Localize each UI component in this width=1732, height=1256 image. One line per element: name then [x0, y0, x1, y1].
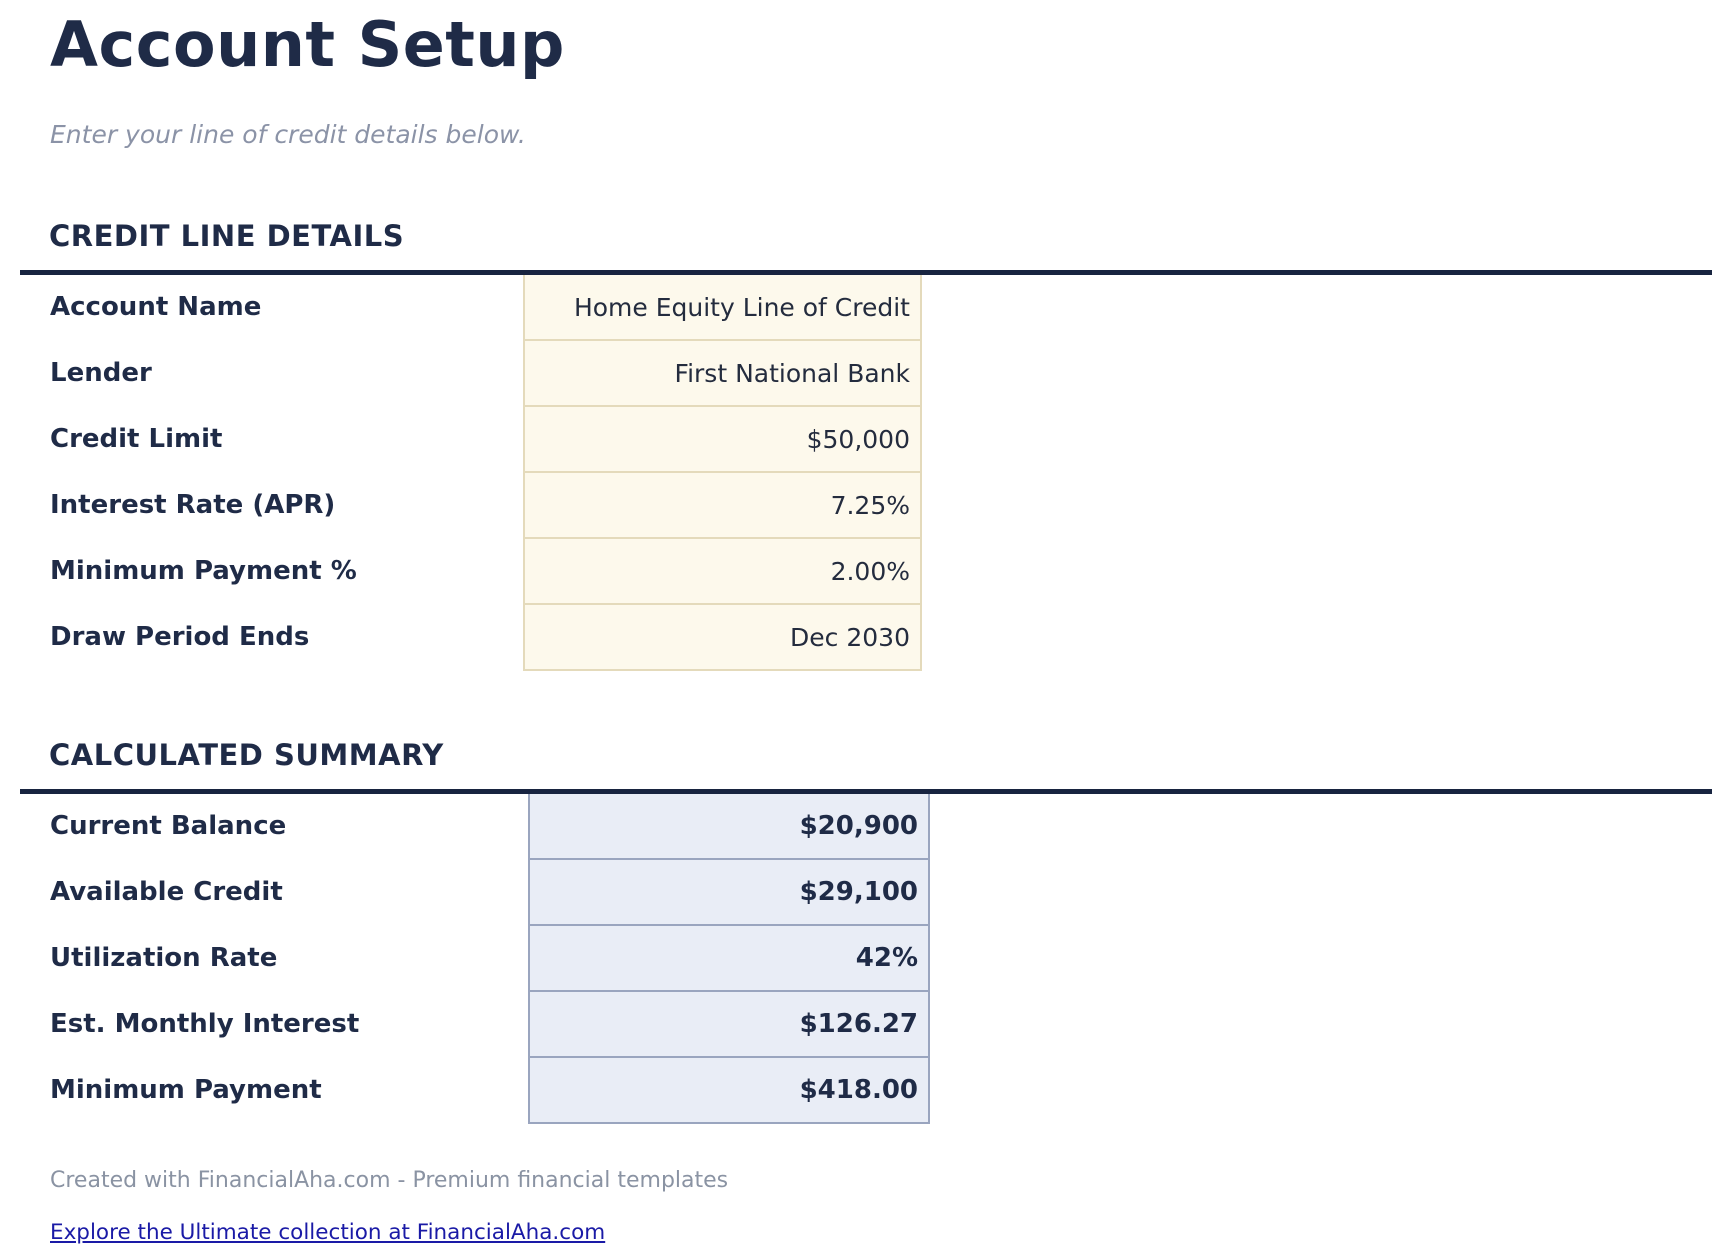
- page-title: Account Setup: [50, 8, 565, 81]
- summary-row: Minimum Payment $418.00: [0, 1058, 1732, 1124]
- row-value-calculated-cell: $418.00: [528, 1058, 930, 1124]
- credit-line-row: Account Name Home Equity Line of Credit: [0, 275, 1732, 341]
- row-label: Current Balance: [50, 794, 286, 858]
- row-label: Minimum Payment %: [50, 539, 357, 603]
- row-label: Interest Rate (APR): [50, 473, 335, 537]
- credit-line-details-table: Account Name Home Equity Line of Credit …: [0, 275, 1732, 671]
- financialaha-link[interactable]: Explore the Ultimate collection at Finan…: [50, 1220, 605, 1245]
- row-label: Minimum Payment: [50, 1058, 322, 1122]
- section-heading-calculated-summary: CALCULATED SUMMARY: [49, 738, 444, 772]
- summary-row: Utilization Rate 42%: [0, 926, 1732, 992]
- calculated-summary-table: Current Balance $20,900 Available Credit…: [0, 794, 1732, 1124]
- credit-line-row: Minimum Payment % 2.00%: [0, 539, 1732, 605]
- row-value-input-cell[interactable]: First National Bank: [523, 341, 922, 407]
- credit-line-row: Lender First National Bank: [0, 341, 1732, 407]
- summary-row: Est. Monthly Interest $126.27: [0, 992, 1732, 1058]
- row-value-calculated-cell: $29,100: [528, 860, 930, 926]
- row-value-input-cell[interactable]: Home Equity Line of Credit: [523, 275, 922, 341]
- summary-row: Current Balance $20,900: [0, 794, 1732, 860]
- row-value-input-cell[interactable]: $50,000: [523, 407, 922, 473]
- row-label: Est. Monthly Interest: [50, 992, 359, 1056]
- credit-line-row: Draw Period Ends Dec 2030: [0, 605, 1732, 671]
- row-value-input-cell[interactable]: Dec 2030: [523, 605, 922, 671]
- credit-line-row: Credit Limit $50,000: [0, 407, 1732, 473]
- section-heading-credit-line-details: CREDIT LINE DETAILS: [49, 219, 404, 253]
- row-value-calculated-cell: 42%: [528, 926, 930, 992]
- row-label: Utilization Rate: [50, 926, 277, 990]
- footer-credit-text: Created with FinancialAha.com - Premium …: [50, 1168, 728, 1193]
- row-value-input-cell[interactable]: 2.00%: [523, 539, 922, 605]
- summary-row: Available Credit $29,100: [0, 860, 1732, 926]
- row-value-calculated-cell: $126.27: [528, 992, 930, 1058]
- row-label: Draw Period Ends: [50, 605, 309, 669]
- row-value-calculated-cell: $20,900: [528, 794, 930, 860]
- credit-line-row: Interest Rate (APR) 7.25%: [0, 473, 1732, 539]
- row-value-input-cell[interactable]: 7.25%: [523, 473, 922, 539]
- row-label: Account Name: [50, 275, 261, 339]
- row-label: Available Credit: [50, 860, 283, 924]
- page-subtitle: Enter your line of credit details below.: [50, 120, 526, 149]
- row-label: Credit Limit: [50, 407, 222, 471]
- row-label: Lender: [50, 341, 152, 405]
